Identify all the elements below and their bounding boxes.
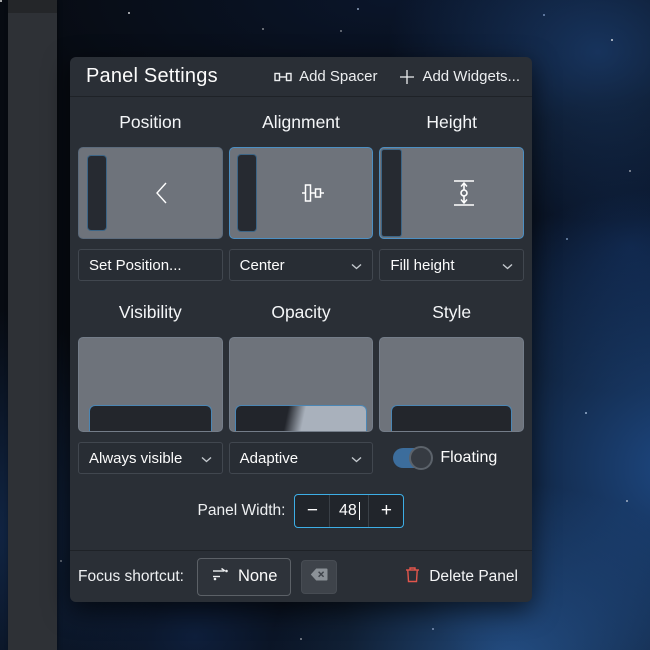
focus-shortcut-label: Focus shortcut: bbox=[78, 568, 184, 586]
add-spacer-button[interactable]: Add Spacer bbox=[274, 68, 377, 85]
set-position-button[interactable]: Set Position... bbox=[78, 249, 223, 281]
chevron-left-icon bbox=[103, 148, 222, 238]
opacity-preview[interactable] bbox=[229, 337, 374, 432]
delete-panel-label: Delete Panel bbox=[429, 568, 518, 586]
opacity-value: Adaptive bbox=[240, 450, 298, 467]
dialog-title: Panel Settings bbox=[86, 65, 218, 88]
visibility-preview-bar bbox=[89, 405, 212, 431]
trash-icon bbox=[405, 566, 420, 588]
panel-top-widget bbox=[8, 0, 57, 13]
visibility-dropdown[interactable]: Always visible bbox=[78, 442, 223, 474]
panel-width-value[interactable]: 48 bbox=[329, 495, 369, 527]
decrement-button[interactable]: − bbox=[295, 495, 329, 527]
style-label: Style bbox=[379, 287, 524, 337]
alignment-preview[interactable] bbox=[229, 147, 374, 239]
position-preview[interactable] bbox=[78, 147, 223, 239]
height-dropdown[interactable]: Fill height bbox=[379, 249, 524, 281]
visibility-value: Always visible bbox=[89, 450, 182, 467]
chevron-down-icon bbox=[351, 450, 362, 467]
height-value: Fill height bbox=[390, 257, 454, 274]
plus-icon bbox=[399, 69, 415, 85]
align-center-icon bbox=[254, 148, 373, 238]
panel-width-row: Panel Width: − 48 + bbox=[78, 494, 524, 528]
panel-width-number: 48 bbox=[339, 502, 357, 520]
focus-shortcut-button[interactable]: None bbox=[197, 558, 291, 596]
chevron-down-icon bbox=[201, 450, 212, 467]
style-preview-bar bbox=[391, 405, 512, 431]
clear-shortcut-button[interactable] bbox=[301, 560, 337, 594]
fit-height-icon bbox=[404, 148, 523, 238]
desktop-panel[interactable] bbox=[8, 0, 57, 650]
floating-cell: Floating bbox=[379, 442, 524, 474]
dialog-header: Panel Settings Add Spacer bbox=[70, 57, 532, 97]
wallpaper-stars bbox=[0, 0, 2, 2]
panel-width-spinbox[interactable]: − 48 + bbox=[294, 494, 404, 528]
visibility-label: Visibility bbox=[78, 287, 223, 337]
height-preview-panel bbox=[381, 149, 402, 237]
toggle-knob bbox=[409, 446, 433, 470]
dialog-footer: Focus shortcut: None bbox=[70, 550, 532, 602]
panel-settings-dialog: Panel Settings Add Spacer bbox=[70, 57, 532, 602]
alignment-value: Center bbox=[240, 257, 285, 274]
backspace-icon bbox=[310, 568, 328, 586]
chevron-down-icon bbox=[502, 257, 513, 274]
alignment-label: Alignment bbox=[229, 97, 374, 147]
floating-toggle[interactable] bbox=[393, 448, 431, 468]
panel-width-label: Panel Width: bbox=[198, 502, 286, 520]
add-widgets-label: Add Widgets... bbox=[422, 68, 520, 85]
opacity-dropdown[interactable]: Adaptive bbox=[229, 442, 374, 474]
shortcut-arrows-icon bbox=[211, 566, 229, 587]
style-preview[interactable] bbox=[379, 337, 524, 432]
text-caret bbox=[359, 502, 360, 520]
dialog-content: Position Alignment Height bbox=[70, 97, 532, 528]
chevron-down-icon bbox=[351, 257, 362, 274]
delete-panel-button[interactable]: Delete Panel bbox=[405, 566, 518, 588]
header-actions: Add Spacer Add Widgets... bbox=[274, 68, 520, 85]
add-spacer-label: Add Spacer bbox=[299, 68, 377, 85]
visibility-preview[interactable] bbox=[78, 337, 223, 432]
add-widgets-button[interactable]: Add Widgets... bbox=[399, 68, 520, 85]
spacer-icon bbox=[274, 71, 292, 83]
height-preview[interactable] bbox=[379, 147, 524, 239]
alignment-dropdown[interactable]: Center bbox=[229, 249, 374, 281]
increment-button[interactable]: + bbox=[369, 495, 403, 527]
shortcut-value: None bbox=[238, 567, 277, 586]
floating-label: Floating bbox=[440, 449, 497, 467]
opacity-label: Opacity bbox=[229, 287, 374, 337]
set-position-label: Set Position... bbox=[89, 257, 182, 274]
height-label: Height bbox=[379, 97, 524, 147]
opacity-preview-bar bbox=[235, 405, 368, 431]
position-label: Position bbox=[78, 97, 223, 147]
